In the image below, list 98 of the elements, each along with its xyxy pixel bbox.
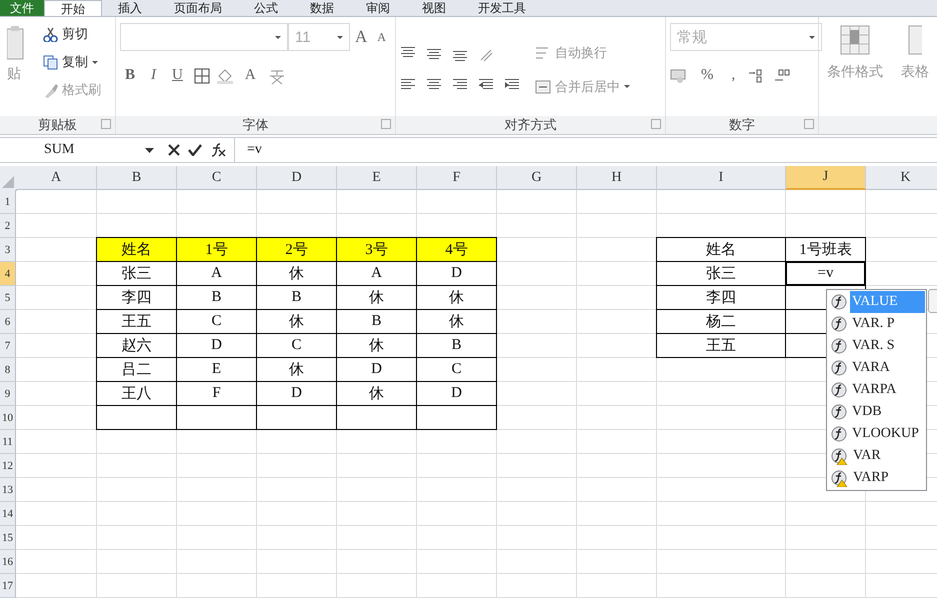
row-header[interactable]: 8 [0,358,16,382]
row-header[interactable]: 10 [0,406,16,430]
column-header[interactable]: C [177,166,257,190]
column-header[interactable]: G [497,166,577,190]
function-icon [831,382,847,398]
table-header-cell: 4号 [416,237,497,262]
column-header[interactable]: D [257,166,337,190]
column-header[interactable]: H [577,166,657,190]
caret-icon [275,36,282,38]
row-header[interactable]: 12 [0,454,16,478]
autocomplete-item[interactable]: VAR [828,445,925,467]
row-header[interactable]: 4 [0,262,16,286]
autocomplete-item[interactable]: VAR. S [828,335,925,357]
borders-icon[interactable] [194,68,210,84]
column-header[interactable]: A [16,166,97,190]
caret-icon [809,36,815,38]
function-icon [831,338,847,354]
column-header[interactable]: E [337,166,417,190]
group-label: 字体 [116,116,395,134]
row-header[interactable]: 2 [0,214,16,238]
ribbon-tab[interactable]: 页面布局 [158,0,238,16]
caret-icon [92,60,98,64]
font-style-button[interactable]: U [167,65,188,86]
autocomplete-item[interactable]: VARPA [828,379,925,401]
function-warning-icon [831,470,848,486]
table-header-cell: 姓名 [96,237,177,262]
function-icon [831,294,847,310]
font-style-button[interactable]: B [120,65,140,86]
scissors-icon [43,26,58,42]
insert-function-icon[interactable] [210,143,226,157]
function-icon [831,316,847,332]
row-header[interactable]: 17 [0,574,16,598]
group-label: 对齐方式 [396,116,665,134]
copy-icon [43,54,58,70]
active-cell[interactable]: =v [785,261,866,286]
table-cell: 1号班表 [785,237,866,262]
autocomplete-item[interactable]: VDB [828,401,925,423]
row-header[interactable]: 7 [0,334,16,358]
autocomplete-item[interactable]: VARP [828,467,925,489]
function-icon [831,426,847,442]
function-warning-icon [831,448,848,464]
group-label: 剪贴板 [0,116,116,134]
row-header[interactable]: 9 [0,382,16,406]
row-header[interactable]: 3 [0,238,16,262]
ribbon-tab[interactable]: 审阅 [350,0,406,16]
function-icon [831,360,847,376]
row-header[interactable]: 5 [0,286,16,310]
grid-icon [840,25,870,55]
clipboard-button[interactable]: 剪切 [40,23,104,45]
grow-font-button[interactable]: A [350,25,372,49]
autocomplete-item[interactable]: VAR. P [828,313,925,335]
table-header-cell: 1号 [176,237,257,262]
ribbon-tab[interactable]: 公式 [238,0,294,16]
row-header[interactable]: 16 [0,550,16,574]
table-cell: 姓名 [656,237,786,262]
cancel-icon[interactable] [168,144,180,156]
clipboard-button[interactable]: 复制 [40,51,104,73]
autocomplete-item[interactable]: VLOOKUP [828,423,925,445]
column-header[interactable]: K [866,166,937,190]
ribbon-tab[interactable]: 插入 [102,0,158,16]
font-style-button[interactable]: I [146,65,162,86]
group-label: 数字 [666,116,818,134]
column-header[interactable]: B [97,166,177,190]
caret-icon [624,85,630,88]
table-header-cell: 2号 [256,237,337,262]
row-header[interactable]: 14 [0,502,16,526]
clipboard-icon [7,25,25,61]
row-header[interactable]: 11 [0,430,16,454]
row-header[interactable]: 13 [0,478,16,502]
ribbon-tab[interactable]: 开发工具 [462,0,542,16]
ribbon-tab[interactable]: 开始 [44,0,102,16]
name-box[interactable]: SUM [0,138,160,162]
autocomplete-item[interactable]: VARA [828,357,925,379]
ribbon-tab[interactable]: 数据 [294,0,350,16]
font-color-button[interactable]: A [240,65,261,86]
enter-check-icon[interactable] [188,144,202,156]
table-header-cell: 3号 [336,237,417,262]
comma-button[interactable]: , [726,65,740,86]
ribbon-tab[interactable]: 视图 [406,0,462,16]
row-header[interactable]: 1 [0,190,16,214]
row-header[interactable]: 15 [0,526,16,550]
shrink-font-button[interactable]: A [372,28,391,46]
column-header[interactable]: J [786,166,866,190]
table-cell: 王五 [656,333,786,358]
function-icon [831,404,847,420]
caret-icon [337,36,344,38]
decrease-decimal-icon[interactable] [774,68,792,84]
wrap-text-icon [534,44,551,60]
row-header[interactable]: 6 [0,310,16,334]
formula-input[interactable]: =v [235,142,262,158]
paint-bucket-icon[interactable] [216,68,234,84]
caret-icon [145,148,154,152]
brush-icon [43,82,58,98]
ribbon-tab[interactable]: 文件 [0,0,44,16]
column-header[interactable]: I [657,166,786,190]
column-header[interactable]: F [417,166,497,190]
percent-button[interactable]: % [696,65,718,86]
merge-cells-icon [534,78,551,94]
